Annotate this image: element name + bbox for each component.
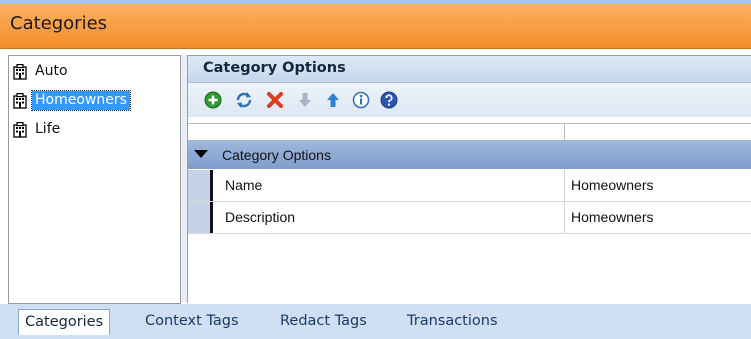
property-value[interactable]: Homeowners [571,177,653,193]
window-header: Categories [0,4,751,49]
tree-item-label: Homeowners [31,90,131,111]
move-up-icon[interactable] [324,91,342,109]
category-tree: Auto Homeowners Life [8,55,181,304]
tree-item-label: Life [35,121,61,137]
options-title-bar: Category Options [188,56,751,83]
category-options-panel: Category Options Category Options Name H… [187,55,751,303]
tab-transactions[interactable]: Transactions [407,309,498,334]
tab-context-tags[interactable]: Context Tags [145,309,239,334]
bottom-tab-strip: Categories Context Tags Redact Tags Tran… [0,304,751,339]
group-row-category-options[interactable]: Category Options [188,140,751,169]
column-divider [564,170,565,201]
collapse-triangle-icon[interactable] [194,150,208,158]
tree-item-homeowners[interactable]: Homeowners [13,90,131,111]
row-indicator [210,202,213,233]
refresh-icon[interactable] [235,91,253,109]
column-divider [564,202,565,233]
building-icon [13,121,27,138]
property-name: Description [225,209,296,225]
row-gutter [188,170,210,201]
tree-item-life[interactable]: Life [13,119,63,140]
row-gutter [188,202,210,233]
tree-item-label: Auto [35,63,68,79]
add-icon[interactable] [204,91,222,109]
property-value[interactable]: Homeowners [571,209,653,225]
grid-header [188,123,751,141]
tab-redact-tags[interactable]: Redact Tags [280,309,367,334]
tree-item-auto[interactable]: Auto [13,61,71,82]
building-icon [13,92,27,109]
info-icon[interactable] [352,91,370,109]
building-icon [13,63,27,80]
property-row-description[interactable]: Description Homeowners [188,202,751,234]
property-name: Name [225,177,263,193]
column-divider[interactable] [564,124,565,140]
move-down-icon[interactable] [296,91,314,109]
property-row-name[interactable]: Name Homeowners [188,170,751,202]
row-indicator [210,170,213,201]
options-title: Category Options [203,60,346,76]
help-icon[interactable] [380,91,398,109]
window-title: Categories [10,13,108,34]
group-label: Category Options [222,147,331,163]
delete-icon[interactable] [266,91,284,109]
options-toolbar [188,83,751,117]
tab-categories[interactable]: Categories [18,309,111,335]
